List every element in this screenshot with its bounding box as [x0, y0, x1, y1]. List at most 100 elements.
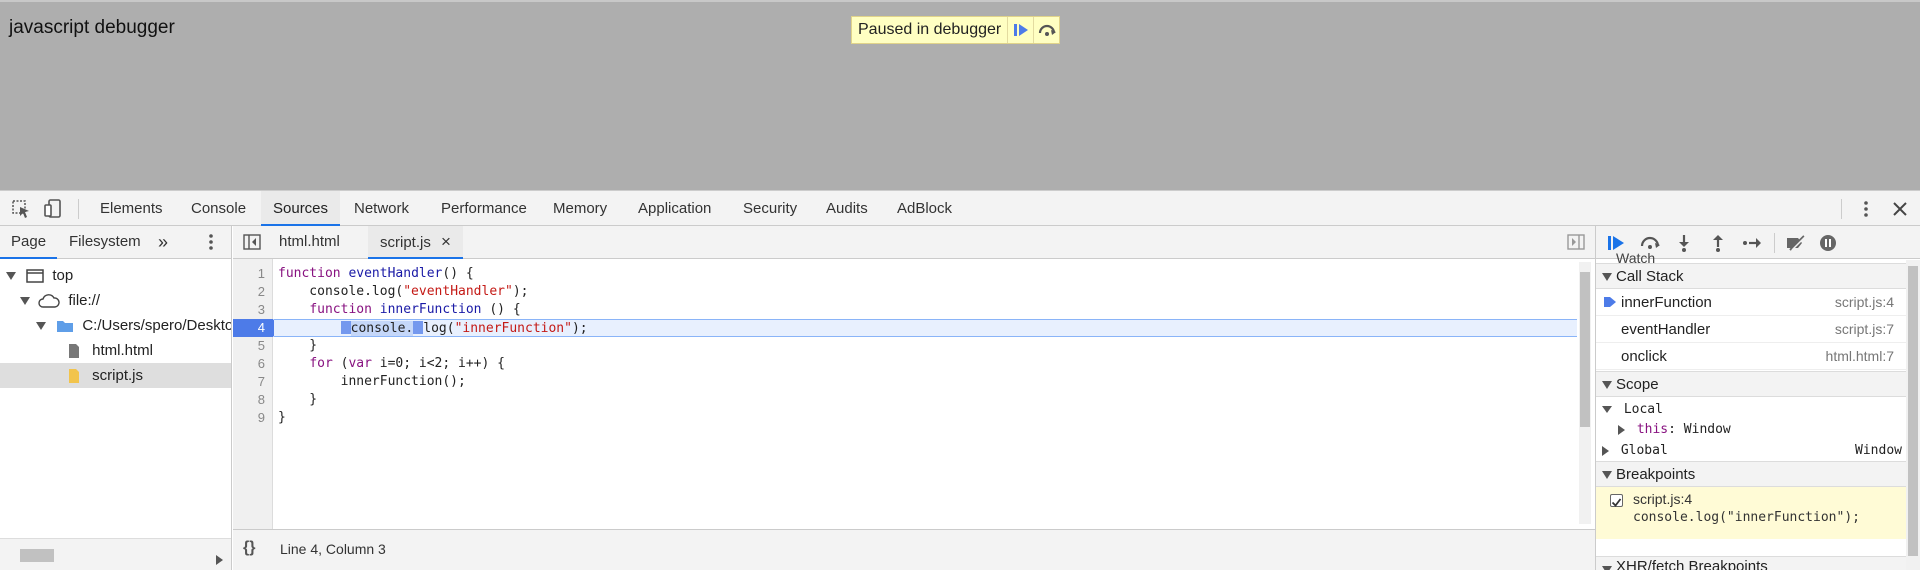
code-line: function innerFunction () { — [309, 302, 521, 317]
tab-console[interactable]: Console — [179, 191, 258, 226]
tree-item-html[interactable]: html.html — [0, 338, 231, 363]
tab-memory[interactable]: Memory — [541, 191, 619, 226]
step-into-icon — [1679, 235, 1689, 252]
step-into-button[interactable] — [1673, 232, 1695, 254]
frame-name: innerFunction — [1621, 294, 1712, 311]
nav-tab-page[interactable]: Page — [0, 226, 58, 259]
inline-breakpoint-icon[interactable] — [413, 321, 424, 334]
inline-breakpoint-icon[interactable] — [340, 321, 351, 334]
file-navigator: Page Filesystem » top file:// C:/Users/s… — [0, 226, 232, 570]
navigator-menu-icon[interactable] — [204, 232, 218, 256]
line-number[interactable]: 1 — [233, 265, 273, 283]
expand-arrow-icon — [6, 272, 16, 281]
line-number[interactable]: 7 — [233, 373, 273, 391]
folder-icon — [57, 321, 74, 333]
resume-button[interactable] — [1007, 17, 1033, 43]
breakpoint-file: script.js:4 — [1633, 491, 1693, 507]
call-frame-active[interactable]: innerFunction script.js:4 — [1596, 289, 1906, 316]
collapse-arrow-icon — [1602, 273, 1612, 281]
vscroll-thumb[interactable] — [1908, 266, 1918, 556]
tree-item-script[interactable]: script.js — [0, 363, 231, 388]
devtools-tabbar: Elements Console Sources Network Perform… — [0, 191, 1920, 226]
page-heading: javascript debugger — [9, 17, 175, 38]
breakpoint-entry[interactable]: script.js:4 console.log("innerFunction")… — [1596, 487, 1906, 539]
frame-location: script.js:7 — [1834, 321, 1894, 337]
line-number[interactable]: 8 — [233, 391, 273, 409]
step-over-icon — [1640, 236, 1660, 249]
expand-arrow-icon — [36, 322, 46, 331]
tab-adblock[interactable]: AdBlock — [885, 191, 964, 226]
scope-header[interactable]: Scope — [1596, 371, 1906, 397]
line-number[interactable]: 5 — [233, 337, 273, 355]
tab-security[interactable]: Security — [731, 191, 809, 226]
call-frame[interactable]: eventHandler script.js:7 — [1596, 316, 1906, 343]
step-over-button[interactable] — [1033, 17, 1059, 43]
nav-more-tabs[interactable]: » — [147, 226, 179, 259]
deactivate-breakpoints-button[interactable] — [1785, 232, 1807, 254]
tree-label: script.js — [92, 367, 144, 384]
editor-tab-html[interactable]: html.html — [267, 226, 352, 259]
tab-network[interactable]: Network — [342, 191, 421, 226]
line-number[interactable]: 2 — [233, 283, 273, 301]
expand-arrow-icon — [1618, 424, 1625, 435]
devtools-panel: Elements Console Sources Network Perform… — [0, 190, 1920, 570]
close-tab-icon[interactable]: × — [441, 232, 451, 251]
sidebar-vscrollbar[interactable] — [1906, 260, 1920, 570]
collapse-arrow-icon — [1602, 471, 1612, 479]
nav-tab-filesystem[interactable]: Filesystem — [58, 226, 152, 259]
pretty-print-icon[interactable]: {} — [243, 539, 255, 557]
tab-application[interactable]: Application — [626, 191, 723, 226]
call-stack-header[interactable]: Call Stack — [1596, 263, 1906, 289]
code-area[interactable]: function eventHandler() { console.log("e… — [274, 259, 1578, 529]
deactivate-breakpoints-icon — [1787, 235, 1807, 251]
line-number[interactable]: 9 — [233, 409, 273, 427]
resume-button[interactable] — [1605, 232, 1627, 254]
step-over-button[interactable] — [1639, 232, 1661, 254]
pause-exceptions-icon — [1820, 235, 1836, 251]
close-devtools-icon[interactable] — [1890, 199, 1910, 219]
breakpoint-checkbox[interactable] — [1610, 494, 1623, 507]
toggle-debugger-icon[interactable] — [1567, 234, 1585, 254]
pause-on-exceptions-button[interactable] — [1817, 232, 1839, 254]
xhr-breakpoints-header[interactable]: XHR/fetch Breakpoints — [1596, 556, 1906, 570]
toggle-navigator-icon[interactable] — [243, 234, 261, 254]
cloud-icon — [38, 294, 60, 308]
more-options-icon[interactable] — [1856, 199, 1876, 219]
frame-name: onclick — [1621, 348, 1667, 365]
scope-global[interactable]: Global Window — [1596, 441, 1906, 461]
file-icon — [69, 344, 79, 359]
step-out-icon — [1713, 235, 1723, 252]
vscroll-thumb[interactable] — [1580, 272, 1590, 427]
inspect-element-icon[interactable] — [11, 199, 31, 219]
expand-arrow-icon — [1602, 445, 1609, 456]
script-file-icon — [69, 369, 79, 384]
scope-this[interactable]: this: Window — [1596, 420, 1906, 440]
breakpoint-marker[interactable]: 4 — [233, 319, 280, 337]
scope-local[interactable]: Local — [1596, 400, 1906, 420]
tree-label: C:/Users/spero/Desktop — [82, 317, 231, 334]
call-frame[interactable]: onclick html.html:7 — [1596, 343, 1906, 370]
code-line: } — [278, 410, 286, 425]
line-number[interactable]: 6 — [233, 355, 273, 373]
code-line: function eventHandler() { — [278, 266, 474, 281]
editor-vscrollbar[interactable] — [1579, 262, 1591, 524]
step-out-button[interactable] — [1707, 232, 1729, 254]
step-button[interactable] — [1741, 232, 1763, 254]
hscroll-thumb[interactable] — [20, 549, 54, 562]
editor-tab-script[interactable]: script.js × — [368, 226, 463, 259]
tree-item-top[interactable]: top — [0, 263, 231, 288]
scroll-right-icon[interactable] — [216, 551, 223, 568]
code-line: console.log("eventHandler"); — [278, 284, 529, 299]
line-number[interactable]: 3 — [233, 301, 273, 319]
tree-item-file[interactable]: file:// — [0, 288, 231, 313]
tab-audits[interactable]: Audits — [814, 191, 880, 226]
tree-item-folder[interactable]: C:/Users/spero/Desktop — [0, 313, 231, 338]
line-gutter[interactable]: 1 2 3 4 5 6 7 8 9 — [233, 259, 280, 529]
breakpoints-header[interactable]: Breakpoints — [1596, 461, 1906, 487]
navigator-hscrollbar[interactable] — [0, 538, 231, 570]
tab-elements[interactable]: Elements — [88, 191, 175, 226]
device-toolbar-icon[interactable] — [43, 199, 63, 219]
tab-performance[interactable]: Performance — [429, 191, 539, 226]
tab-sources[interactable]: Sources — [261, 191, 341, 226]
expand-arrow-icon — [1602, 406, 1612, 413]
